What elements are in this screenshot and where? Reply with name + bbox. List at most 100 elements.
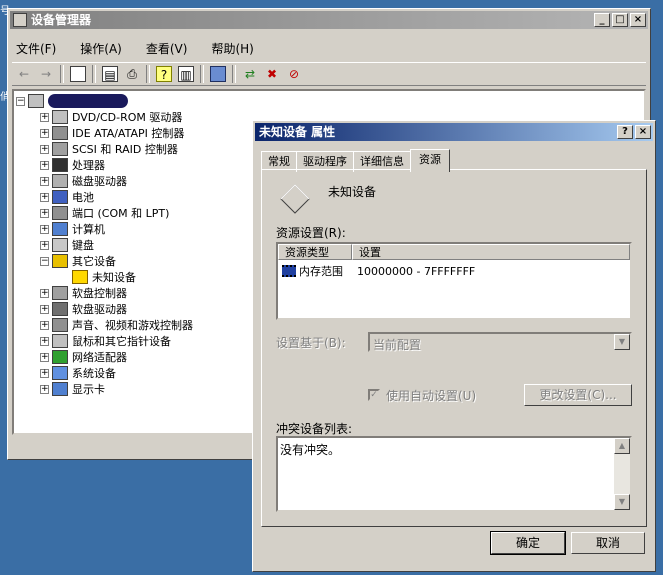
tree-root[interactable]: − [16,93,128,109]
display-adapter-icon [52,382,68,396]
dialog-close-button[interactable]: × [635,125,651,139]
tree-category-label: 显示卡 [72,383,105,396]
tree-category[interactable]: + IDE ATA/ATAPI 控制器 [40,125,184,141]
tree-category[interactable]: + 鼠标和其它指针设备 [40,333,171,349]
tree-collapse-toggle[interactable]: − [16,96,25,106]
tree-category[interactable]: + 声音、视频和游戏控制器 [40,317,193,333]
change-setting-button[interactable]: 更改设置(C)... [524,384,632,406]
tree-expand-toggle[interactable]: + [40,336,49,346]
tree-device-label: 未知设备 [92,271,136,284]
tree-expand-toggle[interactable]: + [40,112,49,122]
tree-expand-toggle[interactable]: + [40,384,49,394]
tree-expand-toggle[interactable]: + [40,208,49,218]
scroll-up-arrow-icon[interactable]: ▲ [614,438,630,454]
computer-icon [52,222,68,236]
device-manager-app-icon [13,13,27,27]
setting-based-on-value: 当前配置 [373,338,422,352]
tree-category-label: 鼠标和其它指针设备 [72,335,171,348]
menu-help[interactable]: 帮助(H) [207,39,257,58]
toolbar-separator [232,65,236,83]
toolbar: ← → ▤ ⎙ ? ▥ ⇄ ✖ ⊘ [12,62,646,86]
cancel-button[interactable]: 取消 [571,532,645,554]
tree-expand-toggle[interactable]: + [40,160,49,170]
help-title-button[interactable]: ? [617,125,633,139]
tree-category[interactable]: + 键盘 [40,237,94,253]
computer-icon [28,94,44,108]
tree-category[interactable]: + DVD/CD-ROM 驱动器 [40,109,182,125]
tree-expand-toggle[interactable]: + [40,224,49,234]
close-button[interactable]: × [630,13,646,27]
tree-category-label: 键盘 [72,239,94,252]
column-header-resource-type[interactable]: 资源类型 [278,244,352,260]
help-icon[interactable]: ? [156,66,172,82]
tree-device[interactable]: 未知设备 [72,269,136,285]
tree-category-label: 软盘驱动器 [72,303,127,316]
tree-category[interactable]: + 软盘控制器 [40,285,127,301]
properties-icon[interactable]: ▤ [102,66,118,82]
conflict-device-list[interactable]: 没有冲突。 ▲ ▼ [276,436,632,512]
maximize-button[interactable]: □ [612,13,628,27]
use-automatic-settings-checkbox[interactable]: ✓ [368,389,380,401]
setting-based-on-select[interactable]: 当前配置 ▼ [368,332,632,352]
tree-category[interactable]: − 其它设备 [40,253,116,269]
menu-action[interactable]: 操作(A) [76,39,126,58]
resource-settings-list[interactable]: 资源类型 设置 内存范围 10000000 - 7FFFFFFF [276,242,632,320]
tree-expand-toggle[interactable]: + [40,304,49,314]
tree-category[interactable]: + 系统设备 [40,365,116,381]
ok-button[interactable]: 确定 [490,531,566,555]
tree-category[interactable]: + 软盘驱动器 [40,301,127,317]
system-device-icon [52,366,68,380]
processor-icon [52,158,68,172]
tree-expand-toggle[interactable]: + [40,144,49,154]
tree-category[interactable]: + 计算机 [40,221,105,237]
tree-expand-toggle[interactable]: + [40,192,49,202]
dialog-titlebar[interactable]: 未知设备 属性 ? × [255,123,653,141]
tree-expand-toggle[interactable]: + [40,176,49,186]
scroll-down-arrow-icon[interactable]: ▼ [614,494,630,510]
use-automatic-settings-label: 使用自动设置(U) [386,389,477,403]
back-arrow-icon[interactable]: ← [16,66,32,82]
tree-category[interactable]: + 显示卡 [40,381,105,397]
tree-category[interactable]: + 网络适配器 [40,349,127,365]
menu-view[interactable]: 查看(V) [142,39,192,58]
forward-arrow-icon[interactable]: → [38,66,54,82]
tree-expand-toggle[interactable]: + [40,288,49,298]
conflict-scrollbar[interactable]: ▲ ▼ [614,438,630,510]
warning-device-icon [72,270,88,284]
chevron-down-icon[interactable]: ▼ [614,334,630,350]
print-icon[interactable]: ⎙ [124,66,140,82]
floppy-drive-icon [52,302,68,316]
export-list-icon[interactable]: ▥ [178,66,194,82]
tree-category[interactable]: + 磁盘驱动器 [40,173,127,189]
toolbar-separator [146,65,150,83]
tree-expand-toggle[interactable]: + [40,240,49,250]
table-row[interactable]: 内存范围 10000000 - 7FFFFFFF [282,263,475,279]
tree-expand-toggle[interactable]: + [40,368,49,378]
minimize-button[interactable]: _ [594,13,610,27]
tree-expand-toggle[interactable]: + [40,320,49,330]
tab-resources[interactable]: 资源 [410,149,450,172]
tree-category[interactable]: + SCSI 和 RAID 控制器 [40,141,178,157]
tree-expand-toggle[interactable]: + [40,352,49,362]
network-icon [52,350,68,364]
tree-category[interactable]: + 电池 [40,189,94,205]
tree-category[interactable]: + 处理器 [40,157,105,173]
scan-hardware-icon[interactable] [210,66,226,82]
window-title: 设备管理器 [31,13,92,27]
ide-controller-icon [52,126,68,140]
mouse-icon [52,334,68,348]
column-header-setting[interactable]: 设置 [352,244,630,260]
uninstall-icon[interactable]: ✖ [264,66,280,82]
toolbar-separator [60,65,64,83]
disable-icon[interactable]: ⊘ [286,66,302,82]
show-hide-tree-icon[interactable] [70,66,86,82]
menu-file[interactable]: 文件(F) [12,39,60,58]
tree-expand-toggle[interactable]: + [40,128,49,138]
redacted-computer-name [48,94,128,108]
tree-category[interactable]: + 端口 (COM 和 LPT) [40,205,169,221]
properties-dialog: 未知设备 属性 ? × 常规 驱动程序 详细信息 资源 未知设备 资源设置(R)… [252,120,656,572]
tree-collapse-toggle[interactable]: − [40,256,49,266]
update-driver-icon[interactable]: ⇄ [242,66,258,82]
tree-category-label: 计算机 [72,223,105,236]
device-manager-titlebar[interactable]: 设备管理器 _ □ × [10,11,648,29]
